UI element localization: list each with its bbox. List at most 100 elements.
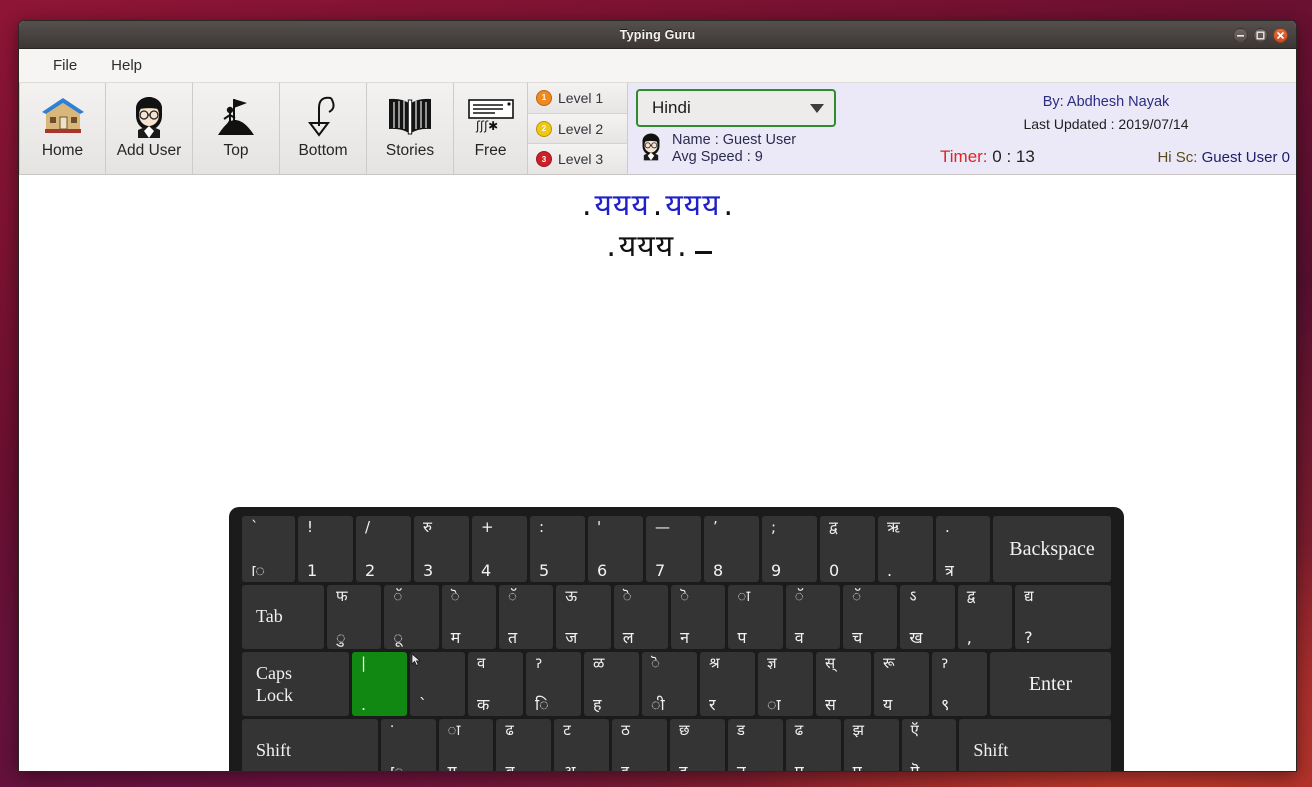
close-icon[interactable]	[1273, 27, 1288, 43]
key-च[interactable]: ॅ च	[843, 585, 898, 649]
key-upper-legend: :	[539, 518, 545, 536]
toolbar-button-top[interactable]: Top	[193, 83, 280, 174]
key-म[interactable]: ॆ म	[441, 585, 497, 649]
key-ल[interactable]: ॆ ल	[613, 585, 669, 649]
high-score-value: Guest User 0	[1201, 149, 1290, 166]
key-त्र[interactable]: . त्र	[936, 516, 991, 582]
title-bar: Typing Guru	[19, 21, 1296, 49]
key-backspace[interactable]: Backspace	[993, 516, 1111, 582]
key-upper-legend: द्व	[829, 518, 838, 536]
key-प[interactable]: झप	[843, 719, 899, 771]
key-क[interactable]: वक	[468, 652, 523, 716]
key-ऎ[interactable]: ऍऎ	[901, 719, 957, 771]
down-arrow-icon	[300, 89, 346, 143]
minimize-icon[interactable]	[1233, 27, 1248, 43]
key-9[interactable]: ; 9	[762, 516, 818, 582]
key-caps-lock[interactable]: Caps Lock	[242, 652, 349, 716]
key-ा[interactable]: ज्ञा	[758, 652, 813, 716]
menu-help[interactable]: Help	[111, 57, 142, 74]
key-0[interactable]: द्व 0	[820, 516, 876, 582]
word-separator: .	[677, 229, 687, 264]
key-shift[interactable]: Shift	[242, 719, 378, 771]
key-lower-legend: म	[450, 627, 461, 647]
key-lower-legend: उ	[736, 761, 746, 772]
key-upper-legend: व	[477, 654, 486, 672]
key-upper-legend: .	[945, 518, 950, 536]
key-lower-legend: स	[825, 694, 836, 714]
key-ह[interactable]: ळह	[584, 652, 639, 716]
key-7[interactable]: —7	[646, 516, 702, 582]
key-९[interactable]: ॽ९	[932, 652, 987, 716]
key-ख[interactable]: ऽख	[900, 585, 955, 649]
key-ॎ[interactable]: ॱॎ	[380, 719, 436, 771]
key-6[interactable]: ' 6	[588, 516, 644, 582]
key-enter[interactable]: Enter	[990, 652, 1111, 716]
toolbar-button-stories[interactable]: Stories	[367, 83, 454, 174]
key-ू[interactable]: ॅू	[384, 585, 439, 649]
key-upper-legend: +	[481, 518, 494, 536]
key-स[interactable]: स् स	[816, 652, 871, 716]
key-lower-legend: व	[794, 627, 804, 647]
key-,[interactable]: द्व,	[957, 585, 1013, 649]
key-lower-legend: य	[883, 694, 893, 714]
key-3[interactable]: रु 3	[414, 516, 470, 582]
key-upper-legend: ॅ	[852, 587, 862, 605]
key-upper-legend: ॽ	[941, 654, 949, 672]
key-tab[interactable]: Tab	[242, 585, 325, 649]
toolbar-button-add-user[interactable]: Add User	[106, 83, 193, 174]
key-lower-legend: द	[679, 761, 688, 772]
key-ॎ[interactable]: `ॎ	[242, 516, 296, 582]
toolbar-button-home[interactable]: Home	[19, 83, 106, 174]
key-upper-legend: ऽ	[909, 587, 917, 605]
menu-file[interactable]: File	[53, 57, 77, 74]
user-info: Name : Guest User Avg Speed : 9	[672, 132, 796, 164]
key-lower-legend: प	[737, 627, 747, 647]
key-lower-legend: 5	[539, 560, 550, 580]
level-button-3[interactable]: 3 Level 3	[528, 144, 627, 175]
key-अ[interactable]: टअ	[554, 719, 610, 771]
key-द[interactable]: छद	[670, 719, 725, 772]
key-.[interactable]: ऋ.	[878, 516, 934, 582]
key-2[interactable]: /2	[356, 516, 412, 582]
key-ु[interactable]: फु	[327, 585, 382, 649]
key-ग[interactable]: ा ग	[438, 719, 494, 771]
key-ब[interactable]: ढब	[496, 719, 552, 771]
flag-on-hill-icon	[213, 89, 259, 143]
key-4[interactable]: +4	[472, 516, 528, 582]
key-upper-legend: ा	[737, 587, 751, 605]
key-upper-legend: ॆ	[680, 587, 689, 605]
key-त[interactable]: ॅ त	[499, 585, 554, 649]
maximize-icon[interactable]	[1253, 27, 1268, 43]
key-ि[interactable]: ॽि	[526, 652, 581, 716]
key-ज[interactable]: ऊज	[556, 585, 611, 649]
key-ी[interactable]: ॆी	[642, 652, 697, 716]
key-उ[interactable]: डउ	[727, 719, 783, 772]
toolbar-button-free[interactable]: ʃʃʃ✱ Free	[454, 83, 528, 174]
key-.[interactable]: |.	[352, 652, 407, 716]
key-प[interactable]: ा प	[728, 585, 783, 649]
key-8[interactable]: ’ 8	[704, 516, 760, 582]
key-lower-legend: इ	[621, 761, 630, 772]
level-button-2[interactable]: 2 Level 2	[528, 113, 627, 145]
key-1[interactable]: ! 1	[298, 516, 354, 582]
toolbar-label-add-user: Add User	[116, 142, 182, 159]
key-व[interactable]: ॅ व	[785, 585, 841, 649]
virtual-keyboard: `ॎ! 1/2 रु 3 +4:5 ' 6—7’ 8; 9 द्व 0 ऋ.. त्र Backspace…	[229, 507, 1124, 772]
toolbar-button-bottom[interactable]: Bottom	[280, 83, 367, 174]
language-and-user-panel: Hindi Name : Guest User Avg Speed: 9	[628, 83, 926, 174]
key-shift[interactable]: Shift	[959, 719, 1112, 771]
key-र[interactable]: श्र र	[700, 652, 755, 716]
open-book-icon	[385, 89, 435, 143]
key-5[interactable]: :5	[530, 516, 586, 582]
user-avatar-icon	[126, 89, 172, 143]
practice-text-area: . ययय . ययय . . ययय .	[19, 183, 1296, 265]
key-?[interactable]: द्य?	[1015, 585, 1111, 649]
key-इ[interactable]: ठइ	[612, 719, 668, 772]
level-button-1[interactable]: 1 Level 1	[528, 83, 627, 114]
key-य[interactable]: रू य	[874, 652, 929, 716]
key-lower-legend: र	[709, 694, 716, 714]
key-ए[interactable]: ढए	[785, 719, 841, 771]
language-dropdown[interactable]: Hindi	[636, 89, 836, 127]
key-न[interactable]: ॆ न	[671, 585, 726, 649]
key-lower-legend: 7	[655, 560, 666, 580]
